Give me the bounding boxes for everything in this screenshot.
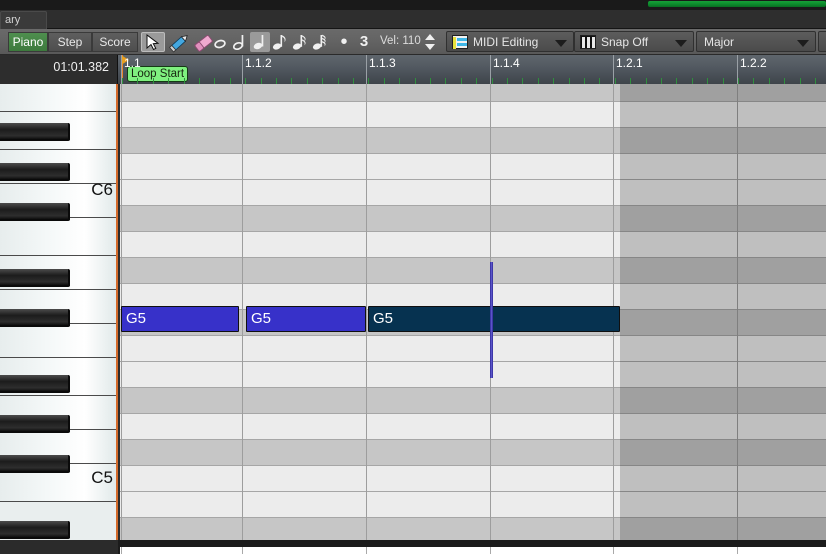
piano-key-label-c6: C6 [91, 180, 113, 199]
piano-white-key[interactable] [0, 324, 116, 358]
duration-triplet-modifier[interactable]: 3 [354, 32, 374, 52]
piano-white-key[interactable] [0, 84, 116, 112]
piano-black-key[interactable] [0, 455, 70, 473]
ruler-bar-line [366, 55, 367, 84]
timecode-display: 01:01.382 [53, 60, 109, 74]
tab-library[interactable]: ary [0, 11, 47, 29]
piano-black-key[interactable] [0, 521, 70, 539]
snap-icon [580, 35, 596, 49]
ruler-bar-label: 1.1.3 [369, 56, 396, 70]
ruler-bar-label: 1.2.1 [616, 56, 643, 70]
controller-lane-bar-line [366, 547, 367, 554]
keyboard-footer [0, 540, 118, 554]
controller-lane-bar-line [490, 547, 491, 554]
transport-level-bar [648, 1, 826, 7]
controller-lane-bar-line [737, 547, 738, 554]
view-mode-piano[interactable]: Piano [8, 32, 48, 52]
duration-dotted-modifier[interactable]: • [334, 32, 354, 52]
timecode-panel: 01:01.382 [0, 55, 118, 84]
controller-lane-bar-line [121, 547, 122, 554]
duration-eighth-note[interactable] [270, 32, 290, 52]
timeline-ruler[interactable]: Loop Start 1.1 1.1.2 1.1.3 1.1.4 1.2.1 1.2.2 [118, 55, 826, 84]
midi-note-g5-2[interactable]: G5 [246, 306, 366, 332]
ruler-bar-label: 1.1 [124, 56, 141, 70]
timeline-ruler-row: 01:01.382 Loop Start 1.1 1.1.2 1.1.3 1.1.4 1… [0, 55, 826, 84]
piano-black-key[interactable] [0, 269, 70, 287]
midi-piano-roll-editor: ary Piano Step Score • 3 Vel: 110 MIDI E… [0, 0, 826, 554]
ruler-bar-line [613, 55, 614, 84]
piano-key-label-c5: C5 [91, 468, 113, 487]
duration-whole-note[interactable] [210, 32, 230, 52]
view-mode-step[interactable]: Step [48, 32, 92, 52]
piano-black-key[interactable] [0, 415, 70, 433]
grid-bar-line [242, 84, 243, 540]
ruler-bar-line [490, 55, 491, 84]
controller-lane-bar-line [613, 547, 614, 554]
velocity-label: Vel: 110 [380, 35, 421, 47]
pencil-tool-icon[interactable] [166, 32, 190, 53]
editor-toolbar: Piano Step Score • 3 Vel: 110 MIDI Editi… [0, 29, 826, 55]
piano-black-key[interactable] [0, 163, 70, 181]
piano-black-key[interactable] [0, 309, 70, 327]
controller-lane-bar-line [242, 547, 243, 554]
edit-cursor-line[interactable] [490, 262, 493, 378]
piano-black-key[interactable] [0, 123, 70, 141]
ruler-bar-label: 1.1.2 [245, 56, 272, 70]
midi-note-g5-3[interactable]: G5 [368, 306, 620, 332]
ruler-bar-label: 1.1.4 [493, 56, 520, 70]
controller-lane[interactable] [120, 547, 826, 554]
ruler-bar-line [242, 55, 243, 84]
scale-dropdown-value: Major [704, 35, 735, 49]
chevron-down-icon [675, 40, 687, 47]
window-top-strip [0, 0, 826, 10]
pointer-tool-icon[interactable] [141, 32, 165, 52]
duration-half-note[interactable] [230, 32, 250, 52]
snap-dropdown-value: Snap Off [601, 35, 649, 49]
tab-bar: ary [0, 10, 826, 29]
midi-note-g5-1[interactable]: G5 [121, 306, 239, 332]
mode-dropdown[interactable]: MIDI Editing [446, 31, 574, 52]
piano-black-key[interactable] [0, 375, 70, 393]
piano-black-key[interactable] [0, 203, 70, 221]
view-mode-score[interactable]: Score [92, 32, 138, 52]
velocity-stepper[interactable] [424, 33, 436, 51]
grid-bar-line [366, 84, 367, 540]
ruler-bar-label: 1.2.2 [740, 56, 767, 70]
snap-dropdown[interactable]: Snap Off [574, 31, 694, 52]
duration-sixteenth-note[interactable] [290, 32, 310, 52]
duration-thirtysecond-note[interactable] [310, 32, 330, 52]
chevron-down-icon [797, 40, 809, 47]
mode-dropdown-value: MIDI Editing [473, 35, 539, 49]
midi-editing-icon [452, 35, 468, 49]
piano-keyboard[interactable]: C6 C5 [0, 84, 118, 540]
duration-quarter-note[interactable] [250, 32, 270, 52]
scale-dropdown[interactable]: Major [696, 31, 816, 52]
note-grid[interactable]: G5 G5 G5 [120, 84, 826, 540]
out-of-loop-shade [620, 84, 826, 540]
piano-white-key[interactable] [0, 218, 116, 256]
chevron-down-icon [555, 40, 567, 47]
overflow-dropdown[interactable] [818, 31, 826, 52]
